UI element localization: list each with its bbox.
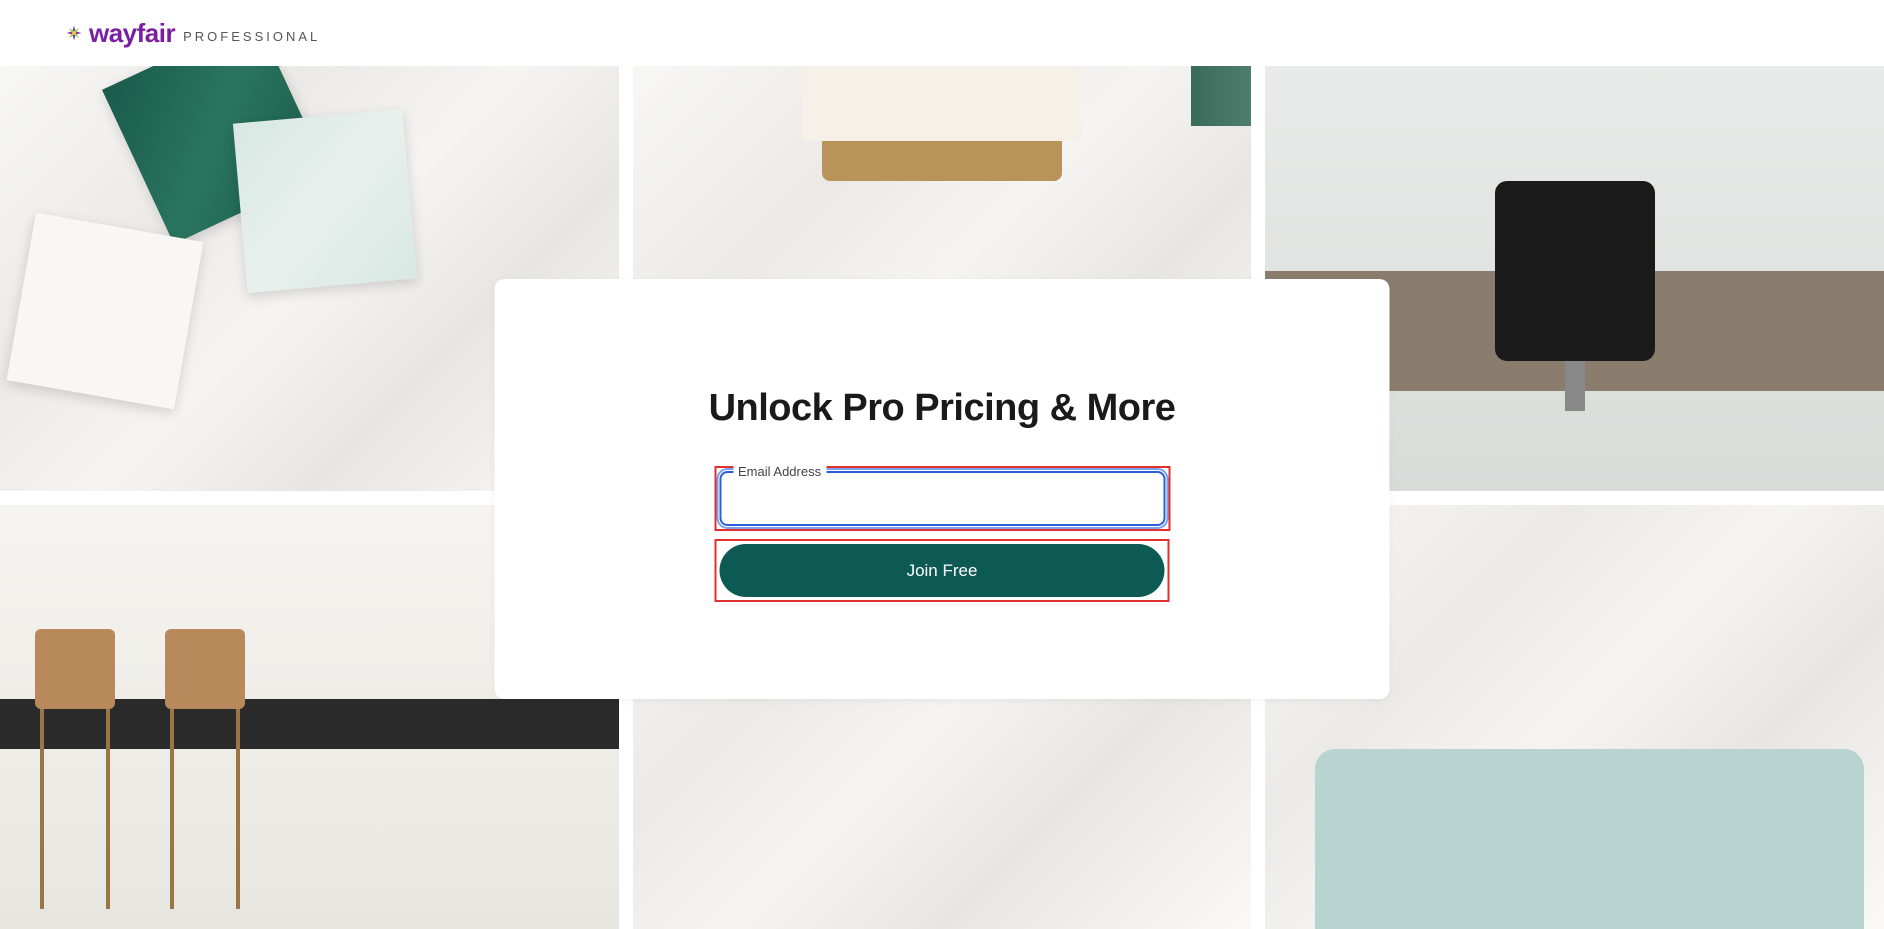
brand-name: wayfair bbox=[89, 18, 175, 49]
modal-title: Unlock Pro Pricing & More bbox=[709, 387, 1176, 430]
hero-section: Unlock Pro Pricing & More Email Address … bbox=[0, 66, 1884, 929]
signup-modal: Unlock Pro Pricing & More Email Address … bbox=[495, 279, 1390, 699]
header: wayfair PROFESSIONAL bbox=[0, 0, 1884, 66]
logo-pinwheel-icon bbox=[65, 24, 83, 42]
email-highlight-box: Email Address bbox=[714, 466, 1170, 531]
brand-subtitle: PROFESSIONAL bbox=[183, 29, 320, 44]
join-button-highlight-box: Join Free bbox=[715, 539, 1170, 602]
email-label: Email Address bbox=[733, 464, 826, 479]
email-input-wrapper: Email Address bbox=[719, 471, 1165, 526]
brand-logo[interactable]: wayfair PROFESSIONAL bbox=[65, 18, 320, 49]
email-input[interactable] bbox=[719, 471, 1165, 526]
join-free-button[interactable]: Join Free bbox=[720, 544, 1165, 597]
